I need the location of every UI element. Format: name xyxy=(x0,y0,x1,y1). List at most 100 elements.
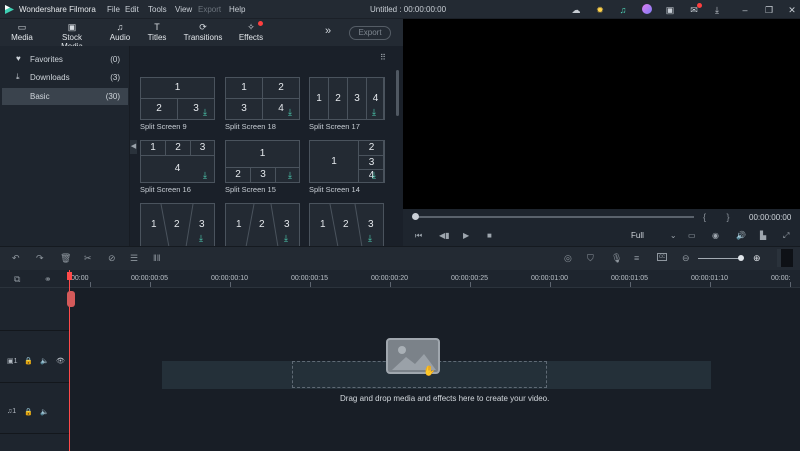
split-screen-diagonal-thumb[interactable]: 1 2 3 ⤓ xyxy=(140,203,215,246)
download-icon[interactable]: ⤓ xyxy=(203,107,207,118)
zoom-in-icon[interactable]: ⊕ xyxy=(753,253,761,264)
tab-audio[interactable]: ♫ Audio xyxy=(107,21,133,42)
speaker-icon[interactable]: 🔈 xyxy=(40,408,49,416)
download-icon[interactable]: ⤓ xyxy=(711,4,723,16)
marker-icon[interactable]: ⛉ xyxy=(587,253,594,264)
split-screen-14-thumb[interactable]: 1 2 3 4 ⤓ xyxy=(309,140,385,183)
layout-toggle-icon[interactable] xyxy=(777,249,793,267)
tab-transitions[interactable]: ⟳ Transitions xyxy=(182,21,224,42)
add-track-icon[interactable]: ⧉ xyxy=(14,274,20,285)
menu-tools[interactable]: Tools xyxy=(148,5,167,14)
split-screen-15-thumb[interactable]: 1 2 3 ⤓ xyxy=(225,140,300,183)
sidebar-item-basic[interactable]: Basic (30) xyxy=(2,88,128,105)
ruler-label: 00:00:00:20 xyxy=(371,275,408,282)
zoom-out-icon[interactable]: ⊖ xyxy=(682,253,690,264)
split-screen-diagonal-thumb[interactable]: 1 2 3 ⤓ xyxy=(225,203,300,246)
playhead-knob[interactable] xyxy=(67,291,75,307)
display-icon[interactable]: ▭ xyxy=(688,231,696,240)
split-screen-16-thumb[interactable]: 1 2 3 4 ⤓ xyxy=(140,140,215,183)
render-icon[interactable]: ▙ xyxy=(760,231,766,240)
subtitle-icon[interactable]: cc xyxy=(657,253,667,261)
menu-help[interactable]: Help xyxy=(229,5,245,14)
redo-icon[interactable]: ↷ xyxy=(36,253,44,264)
thumb-label: Split Screen 9 xyxy=(140,122,187,131)
audio-track-label: ♫1 xyxy=(7,408,17,415)
grid-scrollbar[interactable] xyxy=(396,70,399,116)
download-icon[interactable]: ⤓ xyxy=(199,233,203,244)
delete-icon[interactable]: 🗑 xyxy=(60,253,71,264)
text-icon: T xyxy=(154,22,160,32)
undo-icon[interactable]: ↶ xyxy=(12,253,20,264)
audio-wave-icon[interactable]: ‖‖ xyxy=(153,253,160,263)
split-screen-18-thumb[interactable]: 1 2 3 4 ⤓ xyxy=(225,77,300,120)
zoom-slider[interactable] xyxy=(698,258,742,259)
previous-frame-icon[interactable]: ⏮ xyxy=(415,231,422,241)
menu-edit[interactable]: Edit xyxy=(125,5,139,14)
stock-media-icon: ▣ xyxy=(67,22,77,32)
eye-icon[interactable]: 👁 xyxy=(56,357,65,365)
thumb-label: Split Screen 14 xyxy=(309,185,360,194)
track-headers xyxy=(0,288,69,451)
save-icon[interactable]: ▣ xyxy=(664,4,676,16)
quality-select[interactable]: Full ⌄ xyxy=(631,231,677,240)
download-icon[interactable]: ⤓ xyxy=(288,170,292,181)
split-screen-9-thumb[interactable]: 1 2 3 ⤓ xyxy=(140,77,215,120)
download-icon[interactable]: ⤓ xyxy=(288,107,292,118)
export-button[interactable]: Export xyxy=(349,26,391,40)
restore-icon[interactable]: ❐ xyxy=(763,4,775,16)
adjust-icon[interactable]: ☰ xyxy=(130,253,138,264)
cut-icon[interactable]: ✂ xyxy=(84,253,92,264)
sidebar-item-downloads[interactable]: ⤓ Downloads (3) xyxy=(2,69,128,85)
ruler-label: 00:00:01:05 xyxy=(611,275,648,282)
bulb-icon[interactable]: ✹ xyxy=(594,4,606,16)
close-icon[interactable]: ✕ xyxy=(786,4,798,16)
zoom-slider-knob[interactable] xyxy=(738,255,744,261)
filmora-logo-icon xyxy=(5,5,14,14)
cloud-icon[interactable]: ☁ xyxy=(570,4,582,16)
tab-titles[interactable]: T Titles xyxy=(145,21,169,42)
link-icon[interactable]: ⚭ xyxy=(44,274,52,285)
heart-icon: ♥ xyxy=(16,54,21,63)
download-icon[interactable]: ⤓ xyxy=(372,170,376,181)
download-icon[interactable]: ⤓ xyxy=(372,107,376,118)
minimize-icon[interactable]: – xyxy=(739,4,751,16)
sidebar-item-favorites[interactable]: ♥ Favorites (0) xyxy=(2,51,128,67)
download-icon[interactable]: ⤓ xyxy=(368,233,372,244)
menu-file[interactable]: File xyxy=(107,5,120,14)
more-tabs-icon[interactable]: » xyxy=(325,25,331,37)
speaker-icon[interactable]: 🔈 xyxy=(40,357,49,365)
preview-progress-knob[interactable] xyxy=(412,213,419,220)
microphone-icon[interactable]: 🎙 xyxy=(611,253,622,264)
split-screen-diagonal-thumb[interactable]: 1 2 3 ⤓ xyxy=(309,203,384,246)
preview-progress-bar[interactable] xyxy=(414,216,694,218)
menu-export[interactable]: Export xyxy=(198,5,221,14)
thumb-label: Split Screen 15 xyxy=(225,185,276,194)
menu-view[interactable]: View xyxy=(175,5,192,14)
drop-hint-text: Drag and drop media and effects here to … xyxy=(340,394,550,403)
ruler-label: 00:00:01:10 xyxy=(691,275,728,282)
lock-icon[interactable]: 🔒 xyxy=(24,357,33,365)
headset-icon[interactable]: ♫ xyxy=(617,4,629,16)
play-icon[interactable]: ▶ xyxy=(463,231,469,240)
grid-view-icon[interactable]: ⠿ xyxy=(380,53,386,62)
avatar[interactable] xyxy=(641,4,653,16)
title-bar: Wondershare Filmora File Edit Tools View… xyxy=(0,0,800,19)
snapshot-icon[interactable]: ◉ xyxy=(712,231,719,240)
render-preview-icon[interactable]: ◎ xyxy=(564,253,572,264)
voiceover-icon[interactable]: ≡ xyxy=(634,253,639,263)
lock-icon[interactable]: 🔒 xyxy=(24,408,33,416)
volume-icon[interactable]: 🔊 xyxy=(736,231,746,240)
fullscreen-icon[interactable]: ⤢ xyxy=(783,231,789,241)
step-back-icon[interactable]: ◀▮ xyxy=(439,231,450,240)
tag-icon[interactable]: ⊘ xyxy=(108,253,116,264)
mark-in-out-icon[interactable]: { } xyxy=(703,212,739,222)
download-icon[interactable]: ⤓ xyxy=(284,233,288,244)
preview-controls xyxy=(403,209,800,246)
split-screen-17-thumb[interactable]: 1 2 3 4 ⤓ xyxy=(309,77,385,120)
collapse-sidebar-button[interactable]: ◀ xyxy=(130,140,137,154)
playhead-handle[interactable] xyxy=(67,272,72,280)
tab-media[interactable]: ▭ Media xyxy=(8,21,36,42)
stop-icon[interactable]: ■ xyxy=(487,231,492,240)
effects-new-dot xyxy=(258,21,263,26)
download-icon[interactable]: ⤓ xyxy=(203,170,207,181)
